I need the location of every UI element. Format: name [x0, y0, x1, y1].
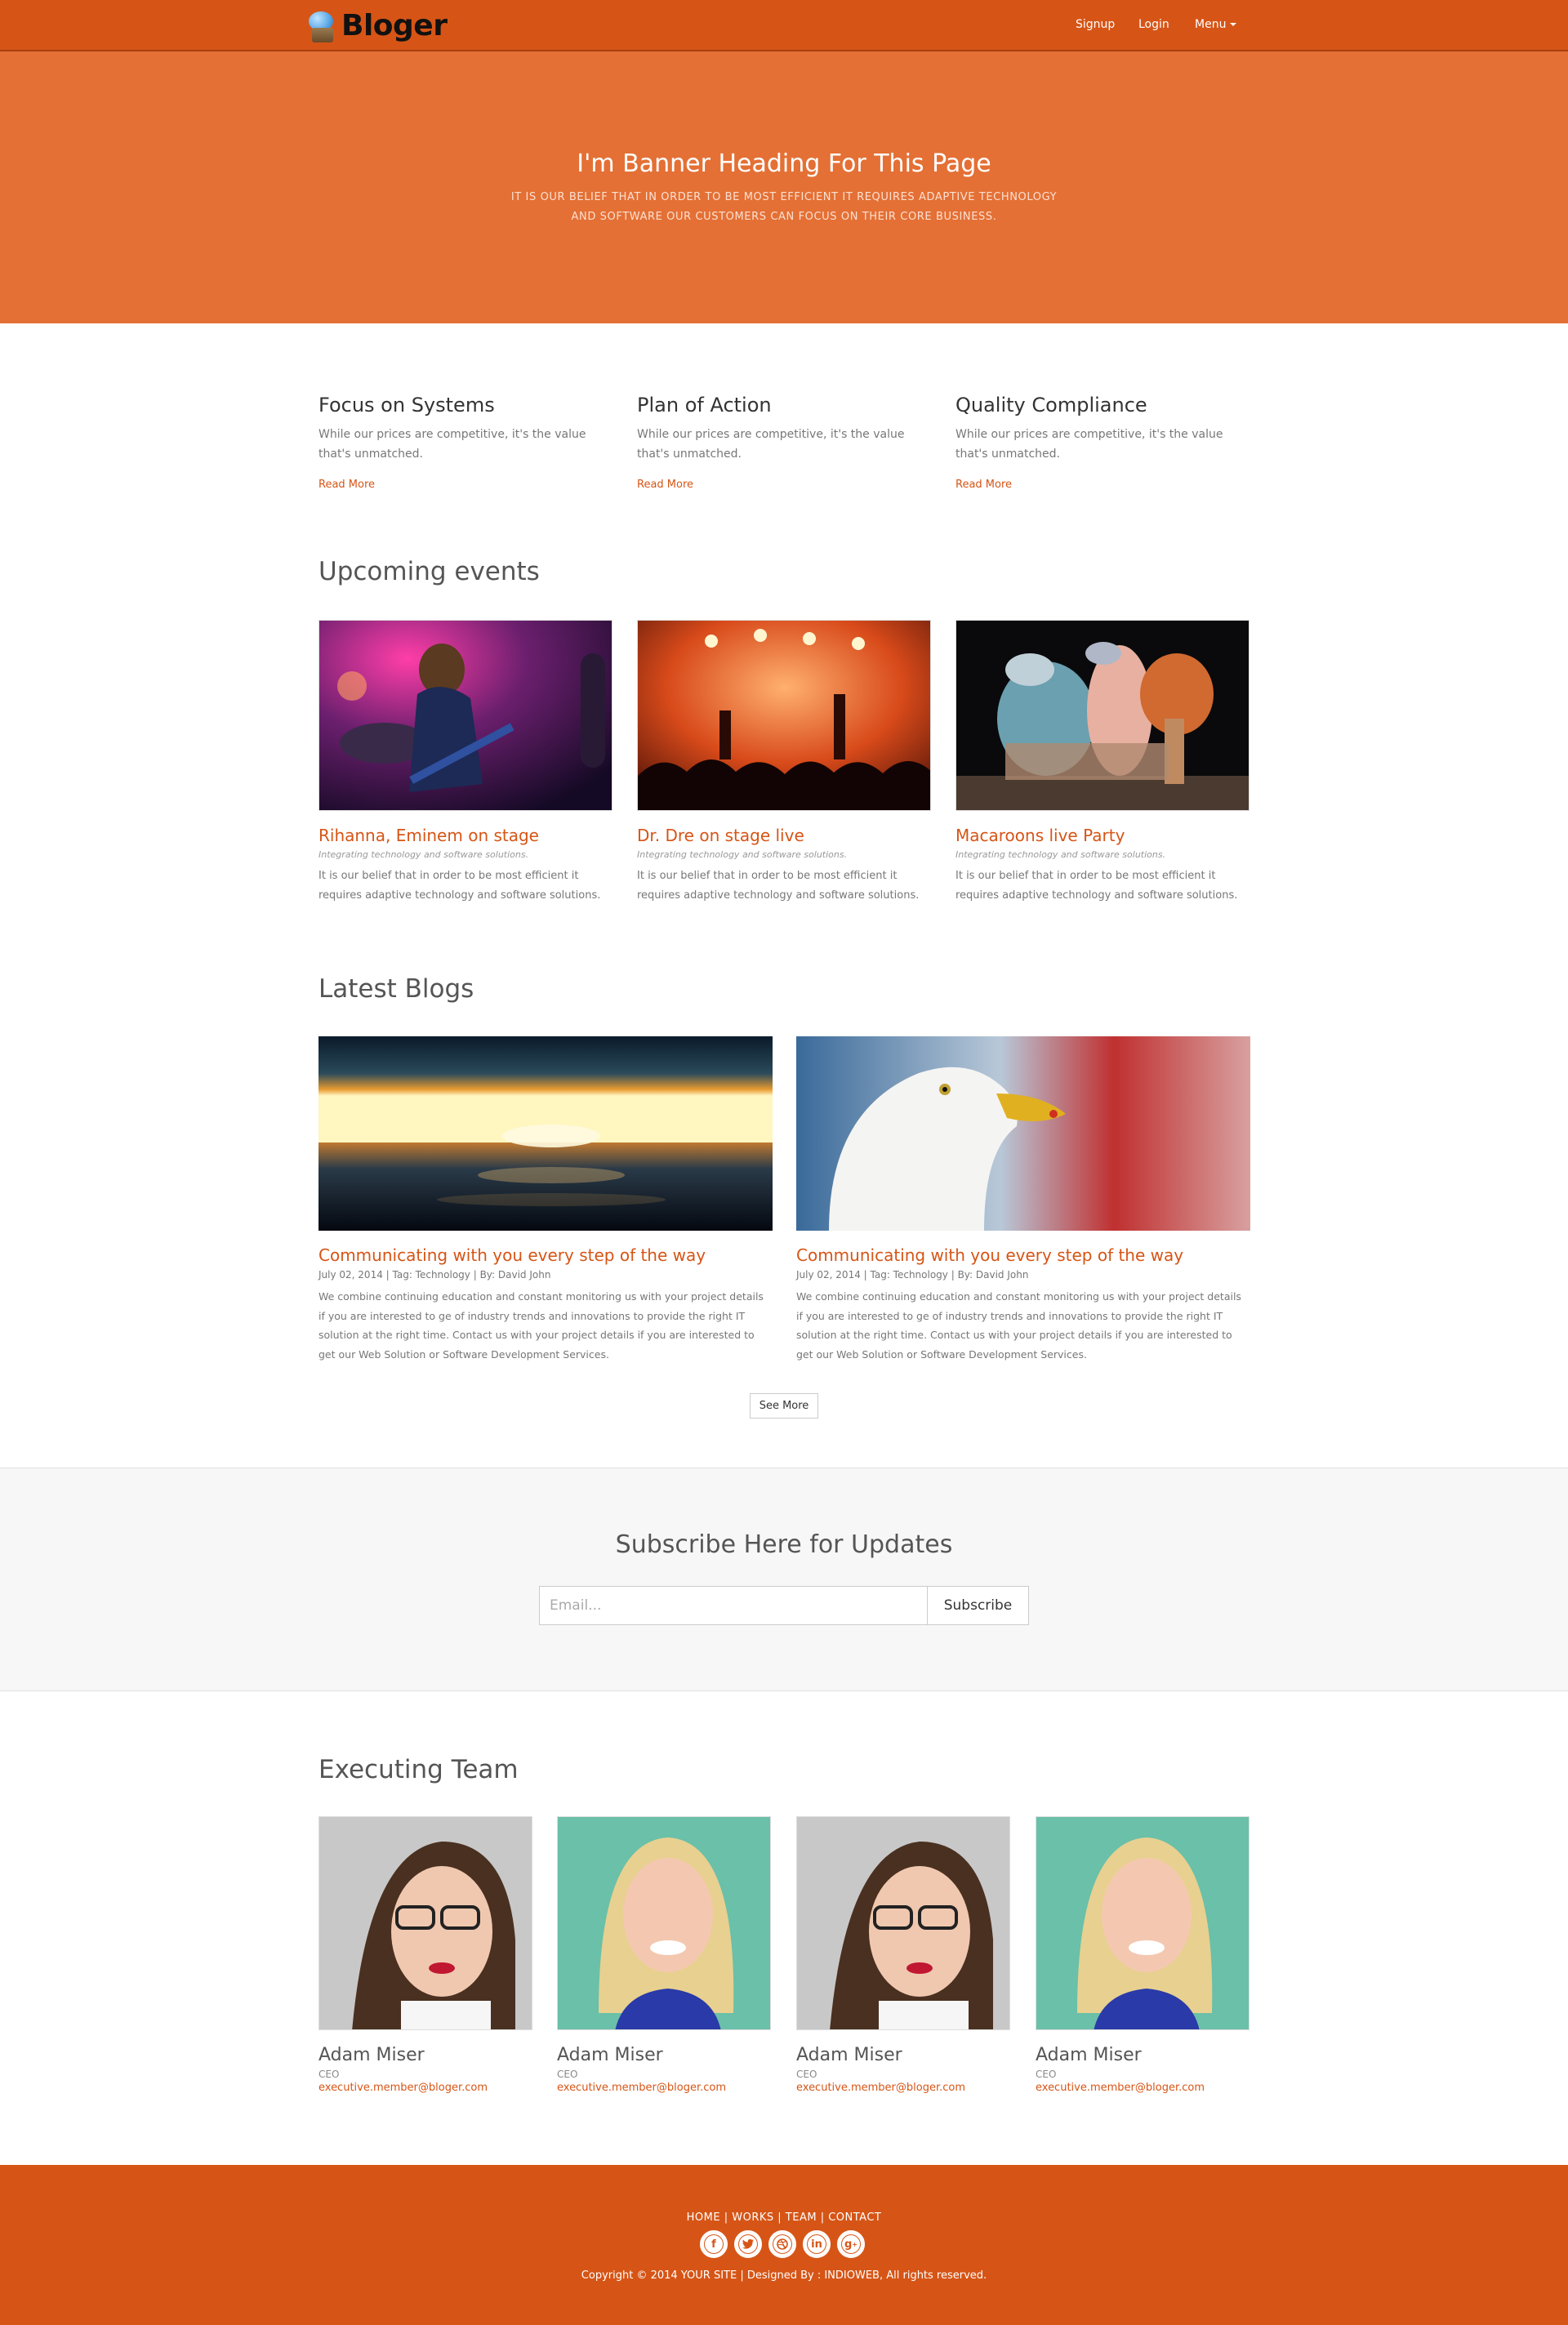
avatar[interactable] [796, 1816, 1010, 2030]
member-email-link[interactable]: executive.member@bloger.com [796, 2082, 1010, 2094]
event-title[interactable]: Dr. Dre on stage live [637, 826, 931, 845]
login-link[interactable]: Login [1138, 18, 1169, 31]
team-member-card: Adam Miser CEO executive.member@bloger.c… [557, 1816, 771, 2094]
event-card: Macaroons live Party Integrating technol… [956, 620, 1250, 906]
subscribe-title: Subscribe Here for Updates [615, 1530, 953, 1559]
avatar[interactable] [1036, 1816, 1250, 2030]
feature-title: Plan of Action [637, 394, 772, 416]
avatar[interactable] [557, 1816, 771, 2030]
menu-dropdown[interactable]: Menu [1195, 18, 1237, 31]
blog-meta: July 02, 2014 | Tag: Technology | By: Da… [318, 1269, 551, 1281]
caret-down-icon [1230, 23, 1237, 26]
avatar[interactable] [318, 1816, 532, 2030]
brand-name: Bloger [341, 8, 448, 42]
blog-text: We combine continuing education and cons… [318, 1290, 764, 1361]
signup-link[interactable]: Signup [1076, 18, 1115, 31]
feature-text: While our prices are competitive, it's t… [956, 428, 1223, 461]
brand-logo-link[interactable]: Bloger [307, 7, 448, 44]
event-text: It is our belief that in order to be mos… [318, 870, 601, 902]
feature-title: Focus on Systems [318, 394, 495, 416]
footer-link-team[interactable]: TEAM [786, 2211, 817, 2224]
google-plus-icon[interactable]: g + [837, 2230, 865, 2258]
member-email-link[interactable]: executive.member@bloger.com [318, 2082, 532, 2094]
event-card: Rihanna, Eminem on stage Integrating tec… [318, 620, 612, 906]
footer-link-home[interactable]: HOME [687, 2211, 720, 2224]
blog-card: Communicating with you every step of the… [318, 1036, 773, 1364]
menu-label: Menu [1195, 18, 1227, 31]
read-more-link[interactable]: Read More [318, 479, 621, 491]
event-title[interactable]: Rihanna, Eminem on stage [318, 826, 612, 845]
social-links: f in g + [700, 2230, 865, 2258]
email-input[interactable]: Email... [539, 1586, 928, 1625]
event-image-concert-stage[interactable] [637, 620, 931, 811]
blogs-section-title: Latest Blogs [318, 974, 474, 1004]
member-role: CEO [1036, 2069, 1057, 2080]
feature-column: Focus on Systems While our prices are co… [318, 394, 621, 491]
hero-banner: I'm Banner Heading For This Page IT IS O… [0, 51, 1568, 323]
event-subtitle: Integrating technology and software solu… [637, 849, 848, 860]
blog-title[interactable]: Communicating with you every step of the… [318, 1245, 773, 1265]
top-navbar: Bloger Signup Login Menu [0, 0, 1568, 51]
member-name: Adam Miser [796, 2045, 902, 2065]
member-email-link[interactable]: executive.member@bloger.com [557, 2082, 771, 2094]
feature-column: Plan of Action While our prices are comp… [637, 394, 939, 491]
dribbble-icon[interactable] [768, 2230, 796, 2258]
member-name: Adam Miser [557, 2045, 663, 2065]
facebook-icon[interactable]: f [700, 2230, 728, 2258]
footer-nav: HOME | WORKS | TEAM | CONTACT [686, 2211, 882, 2224]
blog-image-seagull[interactable] [796, 1036, 1250, 1231]
event-image-concert-guitarist[interactable] [318, 620, 612, 811]
feature-title: Quality Compliance [956, 394, 1147, 416]
subscribe-section: Subscribe Here for Updates Email... Subs… [0, 1468, 1568, 1691]
member-role: CEO [557, 2069, 578, 2080]
blog-text: We combine continuing education and cons… [796, 1290, 1241, 1361]
footer-link-works[interactable]: WORKS [732, 2211, 773, 2224]
event-card: Dr. Dre on stage live Integrating techno… [637, 620, 931, 906]
read-more-link[interactable]: Read More [637, 479, 939, 491]
copyright-text: Copyright © 2014 YOUR SITE | Designed By… [581, 2269, 987, 2282]
member-email-link[interactable]: executive.member@bloger.com [1036, 2082, 1250, 2094]
blog-image-sunset-sea[interactable] [318, 1036, 773, 1231]
banner-heading: I'm Banner Heading For This Page [577, 149, 991, 178]
event-subtitle: Integrating technology and software solu… [956, 849, 1166, 860]
event-text: It is our belief that in order to be mos… [637, 870, 920, 902]
member-role: CEO [796, 2069, 817, 2080]
feature-column: Quality Compliance While our prices are … [956, 394, 1258, 491]
linkedin-icon[interactable]: in [803, 2230, 831, 2258]
member-name: Adam Miser [1036, 2045, 1142, 2065]
twitter-icon[interactable] [734, 2230, 762, 2258]
event-subtitle: Integrating technology and software solu… [318, 849, 529, 860]
see-more-button[interactable]: See More [750, 1393, 818, 1419]
team-section-title: Executing Team [318, 1755, 519, 1784]
feature-text: While our prices are competitive, it's t… [637, 428, 905, 461]
blog-title[interactable]: Communicating with you every step of the… [796, 1245, 1250, 1265]
event-text: It is our belief that in order to be mos… [956, 870, 1238, 902]
team-member-card: Adam Miser CEO executive.member@bloger.c… [796, 1816, 1010, 2094]
subscribe-button[interactable]: Subscribe [927, 1586, 1029, 1625]
blog-card: Communicating with you every step of the… [796, 1036, 1250, 1364]
chat-bubble-logo-icon [307, 8, 338, 42]
member-name: Adam Miser [318, 2045, 425, 2065]
feature-text: While our prices are competitive, it's t… [318, 428, 586, 461]
footer-link-contact[interactable]: CONTACT [828, 2211, 881, 2224]
member-role: CEO [318, 2069, 340, 2080]
team-member-card: Adam Miser CEO executive.member@bloger.c… [318, 1816, 532, 2094]
read-more-link[interactable]: Read More [956, 479, 1258, 491]
event-image-sculpture-party[interactable] [956, 620, 1250, 811]
site-footer: HOME | WORKS | TEAM | CONTACT f in g + Co… [0, 2165, 1568, 2325]
events-section-title: Upcoming events [318, 557, 540, 586]
blog-meta: July 02, 2014 | Tag: Technology | By: Da… [796, 1269, 1029, 1281]
event-title[interactable]: Macaroons live Party [956, 826, 1250, 845]
team-member-card: Adam Miser CEO executive.member@bloger.c… [1036, 1816, 1250, 2094]
banner-text: IT IS OUR BELIEF THAT IN ORDER TO BE MOS… [510, 191, 1058, 223]
